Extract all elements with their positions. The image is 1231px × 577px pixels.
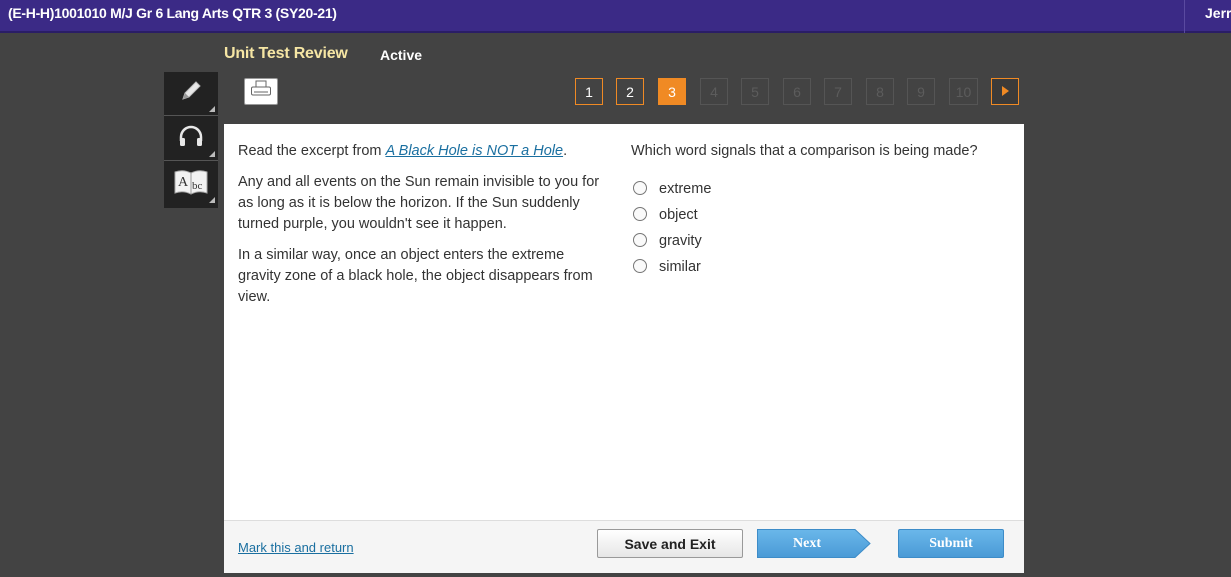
passage-intro-period: . bbox=[563, 143, 568, 159]
radio-button[interactable] bbox=[633, 259, 647, 273]
tool-sidebar: A bc bbox=[164, 72, 218, 208]
passage-paragraph: Any and all events on the Sun remain inv… bbox=[238, 174, 600, 232]
answer-choice[interactable]: object bbox=[633, 202, 711, 228]
mark-and-return-link[interactable]: Mark this and return bbox=[238, 540, 354, 555]
submit-button[interactable]: Submit bbox=[898, 529, 1004, 558]
radio-button[interactable] bbox=[633, 181, 647, 195]
passage-source-link[interactable]: A Black Hole is NOT a Hole bbox=[386, 143, 564, 159]
answer-choice-label: extreme bbox=[659, 181, 712, 197]
answer-choice[interactable]: extreme bbox=[633, 176, 711, 202]
answer-choice-label: similar bbox=[659, 259, 701, 275]
tool-menu-corner bbox=[209, 151, 215, 157]
panel-footer: Mark this and return Save and Exit Next … bbox=[224, 520, 1024, 573]
question-nav-9: 9 bbox=[907, 78, 935, 105]
question-nav-3[interactable]: 3 bbox=[658, 78, 686, 105]
question-nav-8: 8 bbox=[866, 78, 894, 105]
answer-choice[interactable]: gravity bbox=[633, 228, 711, 254]
svg-text:bc: bc bbox=[192, 180, 203, 192]
question-nav-6: 6 bbox=[783, 78, 811, 105]
svg-text:A: A bbox=[178, 175, 189, 190]
pencil-icon bbox=[177, 77, 205, 110]
test-status: Active bbox=[380, 47, 423, 63]
test-title: Unit Test Review bbox=[224, 45, 348, 62]
headphones-icon bbox=[177, 123, 205, 154]
dictionary-tool-button[interactable]: A bc bbox=[164, 162, 218, 206]
user-name[interactable]: Jerri bbox=[1205, 5, 1231, 21]
tool-menu-corner bbox=[209, 197, 215, 203]
print-icon bbox=[250, 80, 272, 103]
question-nav-7: 7 bbox=[824, 78, 852, 105]
passage-intro: Read the excerpt from A Black Hole is NO… bbox=[238, 141, 610, 162]
question-nav-2[interactable]: 2 bbox=[616, 78, 644, 105]
dictionary-icon: A bc bbox=[173, 168, 209, 201]
radio-button[interactable] bbox=[633, 207, 647, 221]
question-nav-4: 4 bbox=[700, 78, 728, 105]
question-prompt: Which word signals that a comparison is … bbox=[631, 143, 978, 159]
next-button-label: Next bbox=[793, 535, 821, 551]
print-button[interactable] bbox=[244, 78, 278, 105]
answer-choices: extreme object gravity similar bbox=[633, 176, 711, 280]
top-bar-divider bbox=[1184, 0, 1185, 33]
question-nav-5: 5 bbox=[741, 78, 769, 105]
next-button[interactable]: Next bbox=[757, 529, 871, 558]
radio-button[interactable] bbox=[633, 233, 647, 247]
passage-paragraph: In a similar way, once an object enters … bbox=[238, 247, 593, 305]
passage: Read the excerpt from A Black Hole is NO… bbox=[238, 141, 610, 318]
top-bar: (E-H-H)1001010 M/J Gr 6 Lang Arts QTR 3 … bbox=[0, 0, 1231, 33]
question-nav-10: 10 bbox=[949, 78, 978, 105]
play-arrow-icon bbox=[1000, 84, 1010, 100]
question-panel: Read the excerpt from A Black Hole is NO… bbox=[224, 124, 1024, 573]
answer-choice[interactable]: similar bbox=[633, 254, 711, 280]
next-question-arrow-button[interactable] bbox=[991, 78, 1019, 105]
headphones-tool-button[interactable] bbox=[164, 117, 218, 161]
save-and-exit-button[interactable]: Save and Exit bbox=[597, 529, 743, 558]
tool-menu-corner bbox=[209, 106, 215, 112]
question-nav-1[interactable]: 1 bbox=[575, 78, 603, 105]
passage-intro-text: Read the excerpt from bbox=[238, 143, 386, 159]
answer-choice-label: object bbox=[659, 207, 698, 223]
answer-choice-label: gravity bbox=[659, 233, 702, 249]
course-title: (E-H-H)1001010 M/J Gr 6 Lang Arts QTR 3 … bbox=[8, 5, 337, 21]
pencil-tool-button[interactable] bbox=[164, 72, 218, 116]
